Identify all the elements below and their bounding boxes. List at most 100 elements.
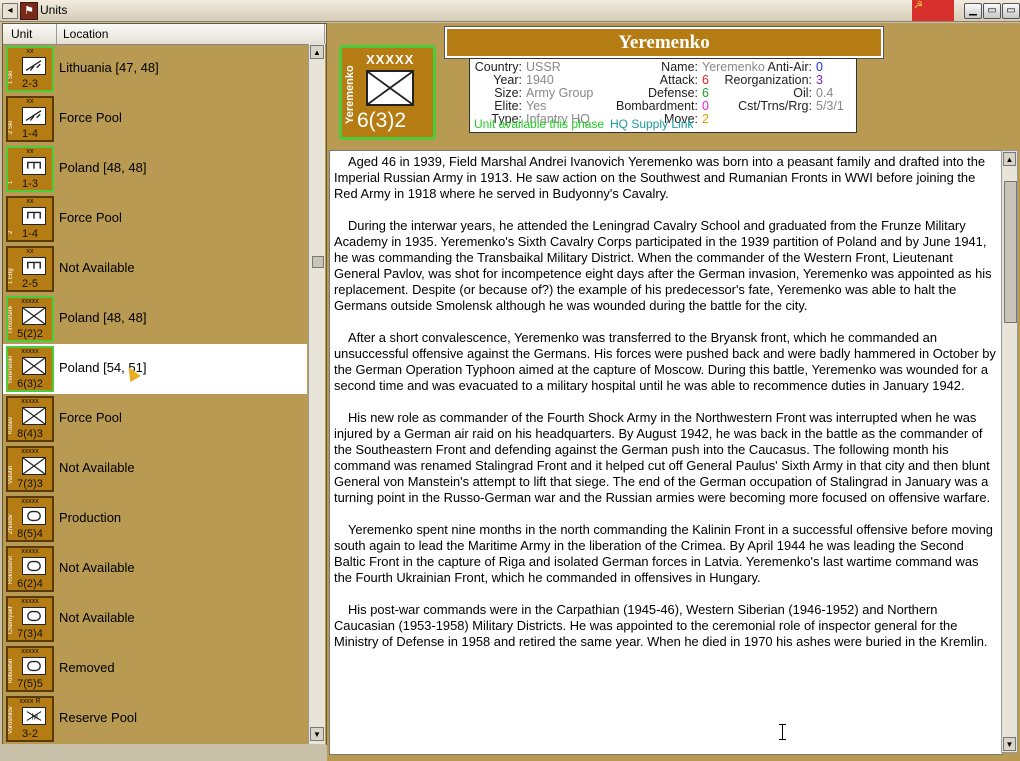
unit-row[interactable]: xx 1 Eng 2-5 Not Available: [3, 244, 307, 294]
unit-size-label: xx: [26, 98, 34, 105]
unit-size-label: xxxx R: [19, 698, 41, 705]
unit-location: Removed: [59, 660, 115, 675]
oil-value: 0.4: [816, 86, 834, 100]
country-value: USSR: [526, 60, 561, 74]
unit-column-header[interactable]: Unit: [11, 27, 32, 41]
unit-location: Poland [48, 48]: [59, 160, 147, 175]
maximize-button[interactable]: ▭: [983, 3, 1001, 19]
cost-value: 5/3/1: [816, 99, 844, 113]
unit-size-label: xxxxx: [21, 648, 39, 655]
unit-strength: 7(3)4: [17, 628, 43, 640]
unit-counter[interactable]: xxxxx Tolbukhin 7(5)5: [6, 646, 54, 692]
unit-row[interactable]: xxxxx Vatutin 7(3)3 Not Available: [3, 444, 307, 494]
unit-location: Force Pool: [59, 410, 122, 425]
oil-label: Oil:: [793, 86, 812, 100]
unit-counter[interactable]: xxxxx Yeremenko 6(3)2: [6, 346, 54, 392]
unit-size-label: xx: [26, 198, 34, 205]
biography-text: Aged 46 in 1939, Field Marshal Andrei Iv…: [330, 151, 1002, 650]
unit-counter[interactable]: xxxxx Rokossovsky 6(2)4: [6, 546, 54, 592]
attack-label: Attack:: [659, 73, 698, 87]
hq-supply-link[interactable]: HQ Supply Link: [610, 117, 693, 131]
ski-symbol-icon: [22, 57, 46, 75]
location-column-header[interactable]: Location: [63, 27, 108, 41]
unit-name-banner: Yeremenko: [444, 26, 884, 59]
unit-size-label: xxxxx: [21, 548, 39, 555]
minimize-button[interactable]: ▁: [964, 3, 982, 19]
size-label: Size:: [494, 86, 522, 100]
unit-row[interactable]: xx 2 Ski 1-4 Force Pool: [3, 94, 307, 144]
unit-list-panel: Unit Location xx 1 Ski 2-3 Lithuania [47, 4…: [2, 23, 327, 745]
infantry-symbol-icon: [22, 357, 46, 375]
unit-stats-box: Country: USSR Year: 1940 Size: Army Grou…: [469, 58, 857, 133]
bio-paragraph: Aged 46 in 1939, Field Marshal Andrei Iv…: [334, 154, 986, 201]
unit-counter[interactable]: xx 1 Ski 2-3: [6, 46, 54, 92]
unit-location: Not Available: [59, 610, 135, 625]
unit-counter[interactable]: xx 2 Ski 1-4: [6, 96, 54, 142]
unit-location: Lithuania [47, 48]: [59, 60, 159, 75]
unit-row[interactable]: xx 1 Ski 2-3 Lithuania [47, 48]: [3, 44, 307, 94]
unit-list-scrollbar[interactable]: ▲ ▼: [308, 44, 325, 744]
unit-row[interactable]: xxxxx Konev 8(4)3 Force Pool: [3, 394, 307, 444]
unit-strength: 3-2: [22, 728, 38, 740]
unit-row[interactable]: xx 1 1-3 Poland [48, 48]: [3, 144, 307, 194]
unit-strength: 7(5)5: [17, 678, 43, 690]
bio-paragraph: Yeremenko spent nine months in the north…: [334, 522, 993, 585]
scroll-up-arrow-icon[interactable]: ▲: [310, 45, 324, 59]
scroll-thumb[interactable]: [312, 256, 324, 268]
bio-scroll-up-arrow-icon[interactable]: ▲: [1003, 152, 1016, 166]
unit-row[interactable]: xxxx R Voroshilov M 3-2 Reserve Pool: [3, 694, 307, 744]
unit-row[interactable]: xxxxx Zhukov 8(5)4 Production: [3, 494, 307, 544]
unit-row[interactable]: xxxxx Yeremenko 6(3)2 Poland [54, 51]: [3, 344, 307, 394]
unit-strength: 1-3: [22, 178, 38, 190]
unit-row[interactable]: xx 2 1-4 Force Pool: [3, 194, 307, 244]
unit-counter[interactable]: xxxxx Timoshenko 5(2)2: [6, 296, 54, 342]
defense-value: 6: [702, 86, 709, 100]
close-button[interactable]: ▭: [1002, 3, 1020, 19]
unit-location: Reserve Pool: [59, 710, 138, 725]
name-label: Name:: [661, 60, 698, 74]
bio-paragraph: His new role as commander of the Fourth …: [334, 410, 991, 505]
infantry-symbol-icon: [22, 307, 46, 325]
unit-counter[interactable]: xxxxx Vatutin 7(3)3: [6, 446, 54, 492]
unit-row[interactable]: xxxxx Tolbukhin 7(5)5 Removed: [3, 644, 307, 694]
unit-size-label: xxxxx: [21, 348, 39, 355]
unit-size-label: xxxxx: [21, 398, 39, 405]
unit-size-label: xx: [26, 148, 34, 155]
biography-scrollbar[interactable]: ▲ ▼: [1001, 150, 1018, 753]
unit-row[interactable]: xxxxx Chernyakh 7(3)4 Not Available: [3, 594, 307, 644]
bio-scroll-down-arrow-icon[interactable]: ▼: [1003, 737, 1016, 751]
unit-strength: 6(3)2: [17, 378, 43, 390]
reorganization-label: Reorganization:: [724, 73, 812, 87]
status-strip: [0, 744, 326, 761]
infantry-symbol-icon: [22, 457, 46, 475]
unit-size-label: xx: [26, 48, 34, 55]
unit-counter[interactable]: xx 1 Eng 2-5: [6, 246, 54, 292]
infantry-symbol-icon: [366, 70, 414, 106]
window-title: Units: [40, 3, 68, 17]
unit-strength: 1-4: [22, 228, 38, 240]
year-value: 1940: [526, 73, 554, 87]
bio-scroll-thumb[interactable]: [1004, 181, 1017, 323]
unit-size-label: xxxxx: [21, 498, 39, 505]
bombardment-label: Bombardment:: [616, 99, 698, 113]
system-menu-icon[interactable]: ◂: [2, 3, 18, 19]
unit-size-label: XXXXX: [366, 52, 415, 67]
militia-symbol-icon: M: [22, 707, 46, 725]
unit-row[interactable]: xxxxx Timoshenko 5(2)2 Poland [48, 48]: [3, 294, 307, 344]
unit-biography[interactable]: Aged 46 in 1939, Field Marshal Andrei Iv…: [329, 150, 1003, 755]
unit-detail-panel: XXXXX Yeremenko 6(3)2 Yeremenko Country:…: [327, 23, 1020, 761]
availability-status: Unit available this phase: [474, 117, 605, 131]
scroll-down-arrow-icon[interactable]: ▼: [310, 727, 324, 741]
unit-counter[interactable]: xx 1 1-3: [6, 146, 54, 192]
armor-symbol-icon: [22, 507, 46, 525]
cost-label: Cst/Trns/Rrg:: [738, 99, 812, 113]
unit-location: Force Pool: [59, 110, 122, 125]
year-label: Year:: [493, 73, 522, 87]
unit-counter[interactable]: xx 2 1-4: [6, 196, 54, 242]
unit-counter[interactable]: xxxxx Chernyakh 7(3)4: [6, 596, 54, 642]
unit-counter[interactable]: xxxxx Konev 8(4)3: [6, 396, 54, 442]
unit-counter[interactable]: xxxxx Zhukov 8(5)4: [6, 496, 54, 542]
elite-label: Elite:: [494, 99, 522, 113]
unit-counter[interactable]: xxxx R Voroshilov M 3-2: [6, 696, 54, 742]
unit-row[interactable]: xxxxx Rokossovsky 6(2)4 Not Available: [3, 544, 307, 594]
